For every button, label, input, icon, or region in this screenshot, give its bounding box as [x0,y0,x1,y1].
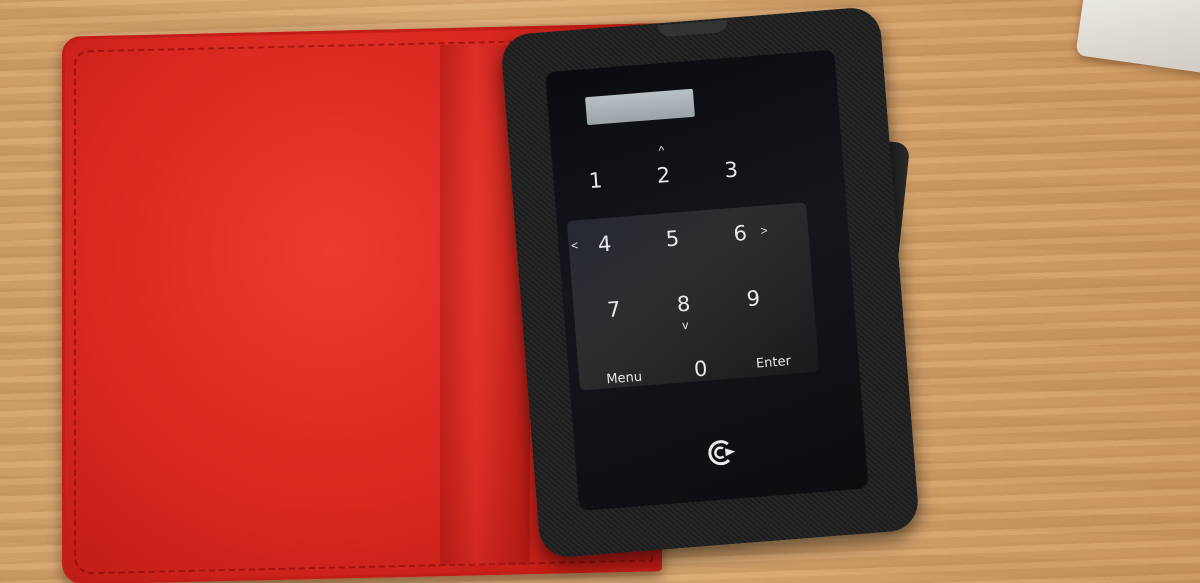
device-holder: ^ 1 2 3 < 4 5 6 > 7 8 9 v Menu 0 Enter [499,5,921,560]
key-1[interactable]: 1 [575,167,617,194]
background-object [1075,0,1200,75]
key-9[interactable]: 9 [733,285,775,312]
key-enter[interactable]: Enter [738,349,810,378]
lcd-display [585,88,695,126]
key-7[interactable]: 7 [593,296,635,323]
key-3[interactable]: 3 [710,156,752,183]
key-4[interactable]: 4 [584,231,626,258]
key-5[interactable]: 5 [652,225,694,252]
arrow-up: ^ [658,143,665,158]
key-2[interactable]: 2 [643,162,685,189]
arrow-down: v [681,317,689,333]
reload-logo-icon [708,440,736,466]
key-menu[interactable]: Menu [588,364,660,393]
arrow-right: > [760,223,769,238]
photo-scene: ^ 1 2 3 < 4 5 6 > 7 8 9 v Menu 0 Enter [0,0,1200,583]
key-8[interactable]: 8 [663,291,705,318]
arrow-left: < [570,238,579,253]
key-0[interactable]: 0 [680,355,722,382]
holder-notch [657,19,729,38]
keypad-device: ^ 1 2 3 < 4 5 6 > 7 8 9 v Menu 0 Enter [544,49,869,511]
